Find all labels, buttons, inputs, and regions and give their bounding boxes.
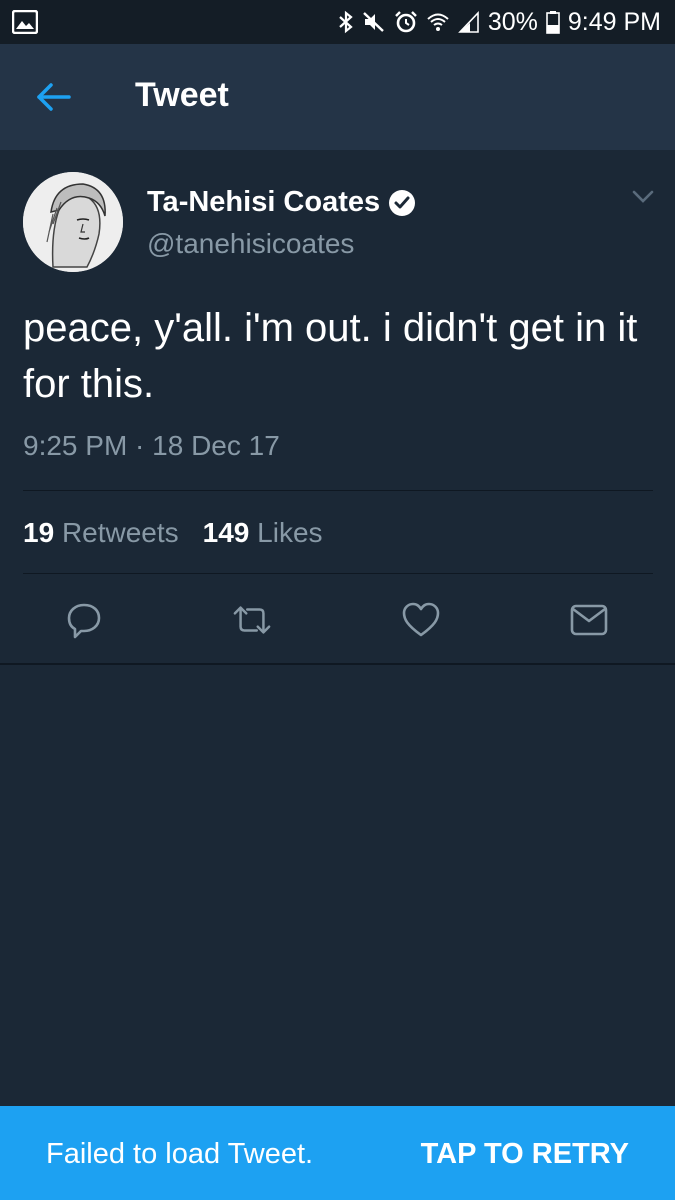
tweet-actions: [0, 590, 675, 650]
status-time: 9:49 PM: [567, 7, 661, 36]
snackbar: Failed to load Tweet. TAP TO RETRY: [0, 1106, 675, 1200]
verified-badge-icon: [388, 189, 416, 217]
image-icon: [11, 9, 39, 39]
tweet-text: peace, y'all. i'm out. i didn't get in i…: [23, 306, 638, 406]
retweets-label: Retweets: [61, 517, 179, 548]
reply-icon[interactable]: [64, 600, 104, 640]
divider: [23, 490, 653, 491]
bluetooth-icon: [338, 10, 354, 34]
tweet-timestamp: 9:25 PM · 18 Dec 17: [23, 430, 280, 461]
likes-count: 149: [202, 517, 250, 548]
chevron-down-icon[interactable]: [630, 188, 656, 206]
author-handle[interactable]: @tanehisicoates: [147, 228, 354, 260]
page-title: Tweet: [135, 76, 229, 114]
avatar[interactable]: [23, 172, 123, 272]
app-bar: Tweet: [0, 44, 675, 150]
mute-icon: [362, 10, 386, 34]
retweets-stat[interactable]: 19 Retweets: [23, 517, 179, 549]
author-name-label: Ta-Nehisi Coates: [147, 186, 381, 218]
battery-percent: 30%: [487, 7, 538, 36]
retweets-count: 19: [23, 517, 55, 548]
tweet-stats: 19 Retweets 149 Likes: [23, 517, 323, 549]
author-name[interactable]: Ta-Nehisi Coates: [147, 186, 416, 219]
status-bar: 30% 9:49 PM: [0, 0, 675, 44]
arrow-left-icon[interactable]: [36, 82, 72, 112]
battery-icon: [546, 10, 560, 34]
likes-label: Likes: [257, 517, 323, 548]
alarm-icon: [394, 10, 418, 34]
signal-icon: [457, 10, 480, 34]
retweet-icon[interactable]: [232, 600, 272, 640]
like-icon[interactable]: [401, 600, 441, 640]
snackbar-message: Failed to load Tweet.: [46, 1138, 314, 1170]
divider: [23, 573, 653, 574]
direct-message-icon[interactable]: [569, 600, 609, 640]
wifi-icon: [426, 10, 450, 34]
divider: [0, 663, 675, 665]
retry-button[interactable]: TAP TO RETRY: [421, 1138, 629, 1171]
likes-stat[interactable]: 149 Likes: [203, 517, 323, 549]
